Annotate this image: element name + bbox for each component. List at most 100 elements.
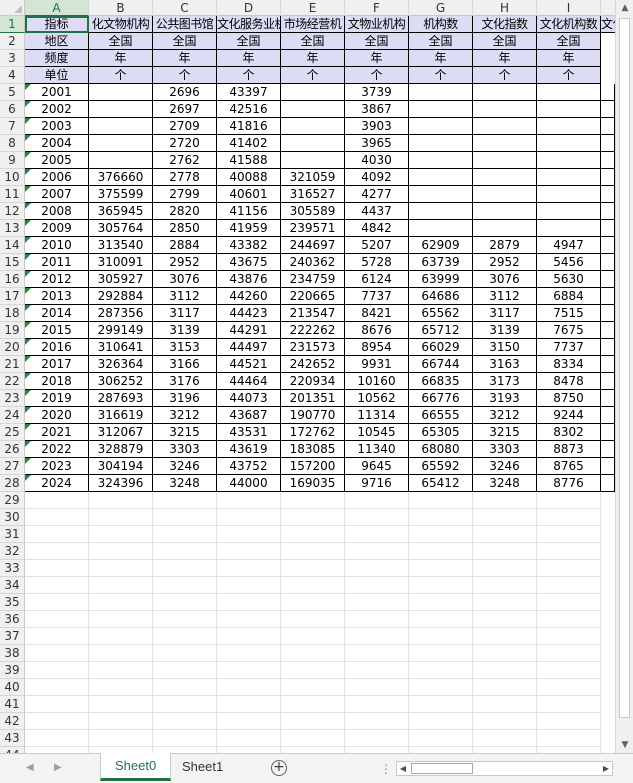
row-header-4[interactable]: 4 (0, 67, 25, 84)
cell-d22[interactable]: 44464 (217, 373, 281, 390)
cell-f28[interactable]: 9716 (345, 475, 409, 492)
cell-f25[interactable]: 10545 (345, 424, 409, 441)
cell-d42[interactable] (217, 713, 281, 730)
cell-d18[interactable]: 44423 (217, 305, 281, 322)
horizontal-scroll-thumb[interactable] (411, 763, 473, 774)
cell-d11[interactable]: 40601 (217, 186, 281, 203)
cell-h23[interactable]: 3193 (473, 390, 537, 407)
cell-e1[interactable]: 市场经营机 (281, 16, 345, 33)
cell-c20[interactable]: 3153 (153, 339, 217, 356)
cell-e35[interactable] (281, 594, 345, 611)
cell-d43[interactable] (217, 730, 281, 747)
cell-d36[interactable] (217, 611, 281, 628)
cell-h42[interactable] (473, 713, 537, 730)
cell-h8[interactable] (473, 135, 537, 152)
cell-f9[interactable]: 4030 (345, 152, 409, 169)
cell-f2[interactable]: 全国 (345, 33, 409, 50)
cell-f24[interactable]: 11314 (345, 407, 409, 424)
cell-b39[interactable] (89, 662, 153, 679)
cell-i17[interactable]: 6884 (537, 288, 601, 305)
cell-a13[interactable]: 2009 (25, 220, 89, 237)
cell-d5[interactable]: 43397 (217, 84, 281, 101)
cell-j10[interactable] (601, 169, 615, 186)
cell-e2[interactable]: 全国 (281, 33, 345, 50)
cell-g34[interactable] (409, 577, 473, 594)
cell-i38[interactable] (537, 645, 601, 662)
cell-e39[interactable] (281, 662, 345, 679)
cell-a15[interactable]: 2011 (25, 254, 89, 271)
cell-b40[interactable] (89, 679, 153, 696)
cell-a32[interactable] (25, 543, 89, 560)
cell-d10[interactable]: 40088 (217, 169, 281, 186)
cell-b42[interactable] (89, 713, 153, 730)
row-header-38[interactable]: 38 (0, 645, 25, 662)
row-header-25[interactable]: 25 (0, 424, 25, 441)
row-header-1[interactable]: 1 (0, 16, 25, 33)
column-header-b[interactable]: B (89, 0, 153, 16)
cell-b32[interactable] (89, 543, 153, 560)
cell-h10[interactable] (473, 169, 537, 186)
cell-c21[interactable]: 3166 (153, 356, 217, 373)
cell-g11[interactable] (409, 186, 473, 203)
cell-d37[interactable] (217, 628, 281, 645)
cell-h38[interactable] (473, 645, 537, 662)
cell-d33[interactable] (217, 560, 281, 577)
cell-i10[interactable] (537, 169, 601, 186)
row-header-26[interactable]: 26 (0, 441, 25, 458)
row-header-32[interactable]: 32 (0, 543, 25, 560)
cell-a26[interactable]: 2022 (25, 441, 89, 458)
cell-f39[interactable] (345, 662, 409, 679)
cell-j25[interactable] (601, 424, 615, 441)
cell-d4[interactable]: 个 (217, 67, 281, 84)
row-header-5[interactable]: 5 (0, 84, 25, 101)
cell-i31[interactable] (537, 526, 601, 543)
cell-c27[interactable]: 3246 (153, 458, 217, 475)
cell-d38[interactable] (217, 645, 281, 662)
cell-b34[interactable] (89, 577, 153, 594)
cell-h41[interactable] (473, 696, 537, 713)
cell-g1[interactable]: 机构数 (409, 16, 473, 33)
cell-b27[interactable]: 304194 (89, 458, 153, 475)
cell-e5[interactable] (281, 84, 345, 101)
cell-f21[interactable]: 9931 (345, 356, 409, 373)
cell-i5[interactable] (537, 84, 601, 101)
cell-g43[interactable] (409, 730, 473, 747)
cell-b25[interactable]: 312067 (89, 424, 153, 441)
tab-separator-icon[interactable]: ⋮ (380, 762, 392, 776)
cell-c43[interactable] (153, 730, 217, 747)
cell-e14[interactable]: 244697 (281, 237, 345, 254)
cell-a24[interactable]: 2020 (25, 407, 89, 424)
cell-g7[interactable] (409, 118, 473, 135)
cell-i43[interactable] (537, 730, 601, 747)
cell-g36[interactable] (409, 611, 473, 628)
cell-a18[interactable]: 2014 (25, 305, 89, 322)
cell-a8[interactable]: 2004 (25, 135, 89, 152)
cell-d9[interactable]: 41588 (217, 152, 281, 169)
cell-d40[interactable] (217, 679, 281, 696)
cell-e26[interactable]: 183085 (281, 441, 345, 458)
cell-e41[interactable] (281, 696, 345, 713)
cell-e15[interactable]: 240362 (281, 254, 345, 271)
cell-i15[interactable]: 5456 (537, 254, 601, 271)
cell-g30[interactable] (409, 509, 473, 526)
cell-c25[interactable]: 3215 (153, 424, 217, 441)
cell-b2[interactable]: 全国 (89, 33, 153, 50)
cell-d2[interactable]: 全国 (217, 33, 281, 50)
cell-a22[interactable]: 2018 (25, 373, 89, 390)
cell-f23[interactable]: 10562 (345, 390, 409, 407)
cell-j17[interactable] (601, 288, 615, 305)
cell-c33[interactable] (153, 560, 217, 577)
cell-i21[interactable]: 8334 (537, 356, 601, 373)
cell-f43[interactable] (345, 730, 409, 747)
cell-a5[interactable]: 2001 (25, 84, 89, 101)
cell-a27[interactable]: 2023 (25, 458, 89, 475)
row-header-36[interactable]: 36 (0, 611, 25, 628)
cell-a38[interactable] (25, 645, 89, 662)
cell-g35[interactable] (409, 594, 473, 611)
cell-d21[interactable]: 44521 (217, 356, 281, 373)
cell-a2[interactable]: 地区 (25, 33, 89, 50)
cell-e38[interactable] (281, 645, 345, 662)
cell-a1[interactable]: 指标 (25, 16, 89, 33)
cell-d34[interactable] (217, 577, 281, 594)
cell-g23[interactable]: 66776 (409, 390, 473, 407)
